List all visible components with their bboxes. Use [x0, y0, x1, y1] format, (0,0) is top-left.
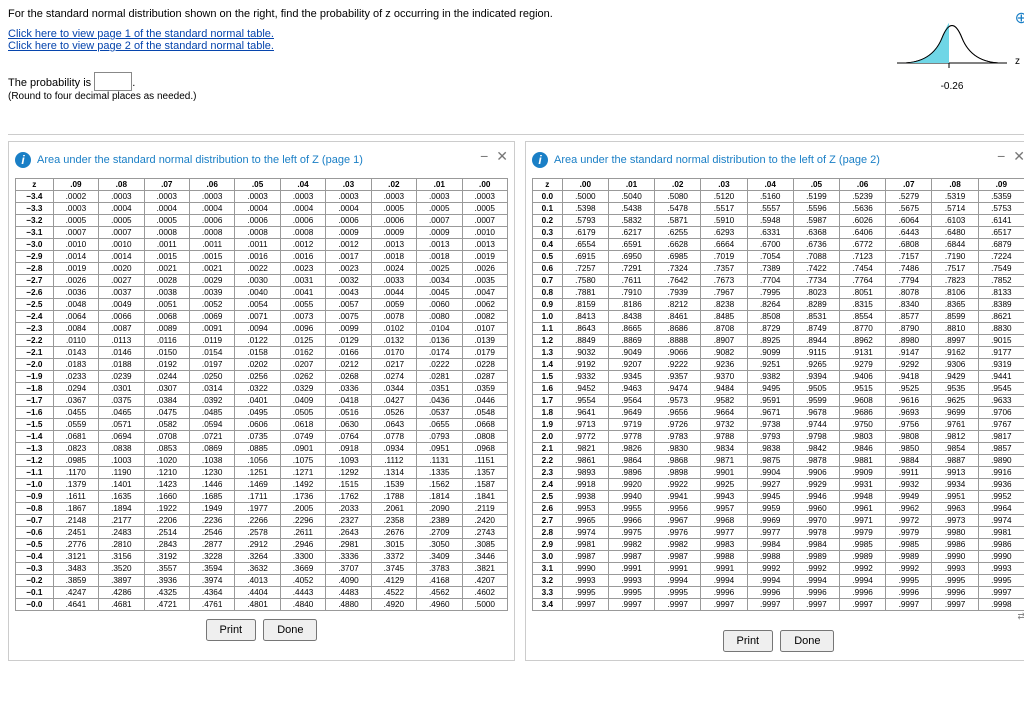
- print-button-1[interactable]: Print: [206, 619, 257, 641]
- question-prompt: For the standard normal distribution sho…: [8, 8, 1024, 20]
- done-button-1[interactable]: Done: [263, 619, 317, 641]
- zoom-in-icon[interactable]: ⊕: [1015, 8, 1024, 28]
- done-button-2[interactable]: Done: [780, 630, 834, 652]
- scroll-hint-icon: ⇄: [532, 611, 1024, 622]
- answer-label: The probability is: [8, 77, 91, 89]
- info-icon: i: [532, 152, 548, 168]
- info-icon: i: [15, 152, 31, 168]
- normal-curve-figure: -0.26 z: [892, 8, 1012, 92]
- probability-input[interactable]: [94, 72, 132, 91]
- close-icon[interactable]: ✕: [1013, 148, 1024, 164]
- minimize-icon[interactable]: −: [997, 148, 1005, 164]
- panel1-title: Area under the standard normal distribut…: [37, 154, 363, 166]
- rounding-hint: (Round to four decimal places as needed.…: [8, 91, 1024, 102]
- link-table-page2[interactable]: Click here to view page 2 of the standar…: [8, 40, 1024, 52]
- z-table-panel-1: −✕ i Area under the standard normal distr…: [8, 141, 515, 661]
- z-table-1: z.09.08.07.06.05.04.03.02.01.00−3.4.0002…: [15, 178, 508, 611]
- panel2-title: Area under the standard normal distribut…: [554, 154, 880, 166]
- close-icon[interactable]: ✕: [496, 148, 508, 164]
- minimize-icon[interactable]: −: [480, 148, 488, 164]
- link-table-page1[interactable]: Click here to view page 1 of the standar…: [8, 28, 1024, 40]
- z-table-2: z.00.01.02.03.04.05.06.07.08.090.0.5000.…: [532, 178, 1024, 611]
- z-table-panel-2: −✕ i Area under the standard normal distr…: [525, 141, 1024, 661]
- print-button-2[interactable]: Print: [723, 630, 774, 652]
